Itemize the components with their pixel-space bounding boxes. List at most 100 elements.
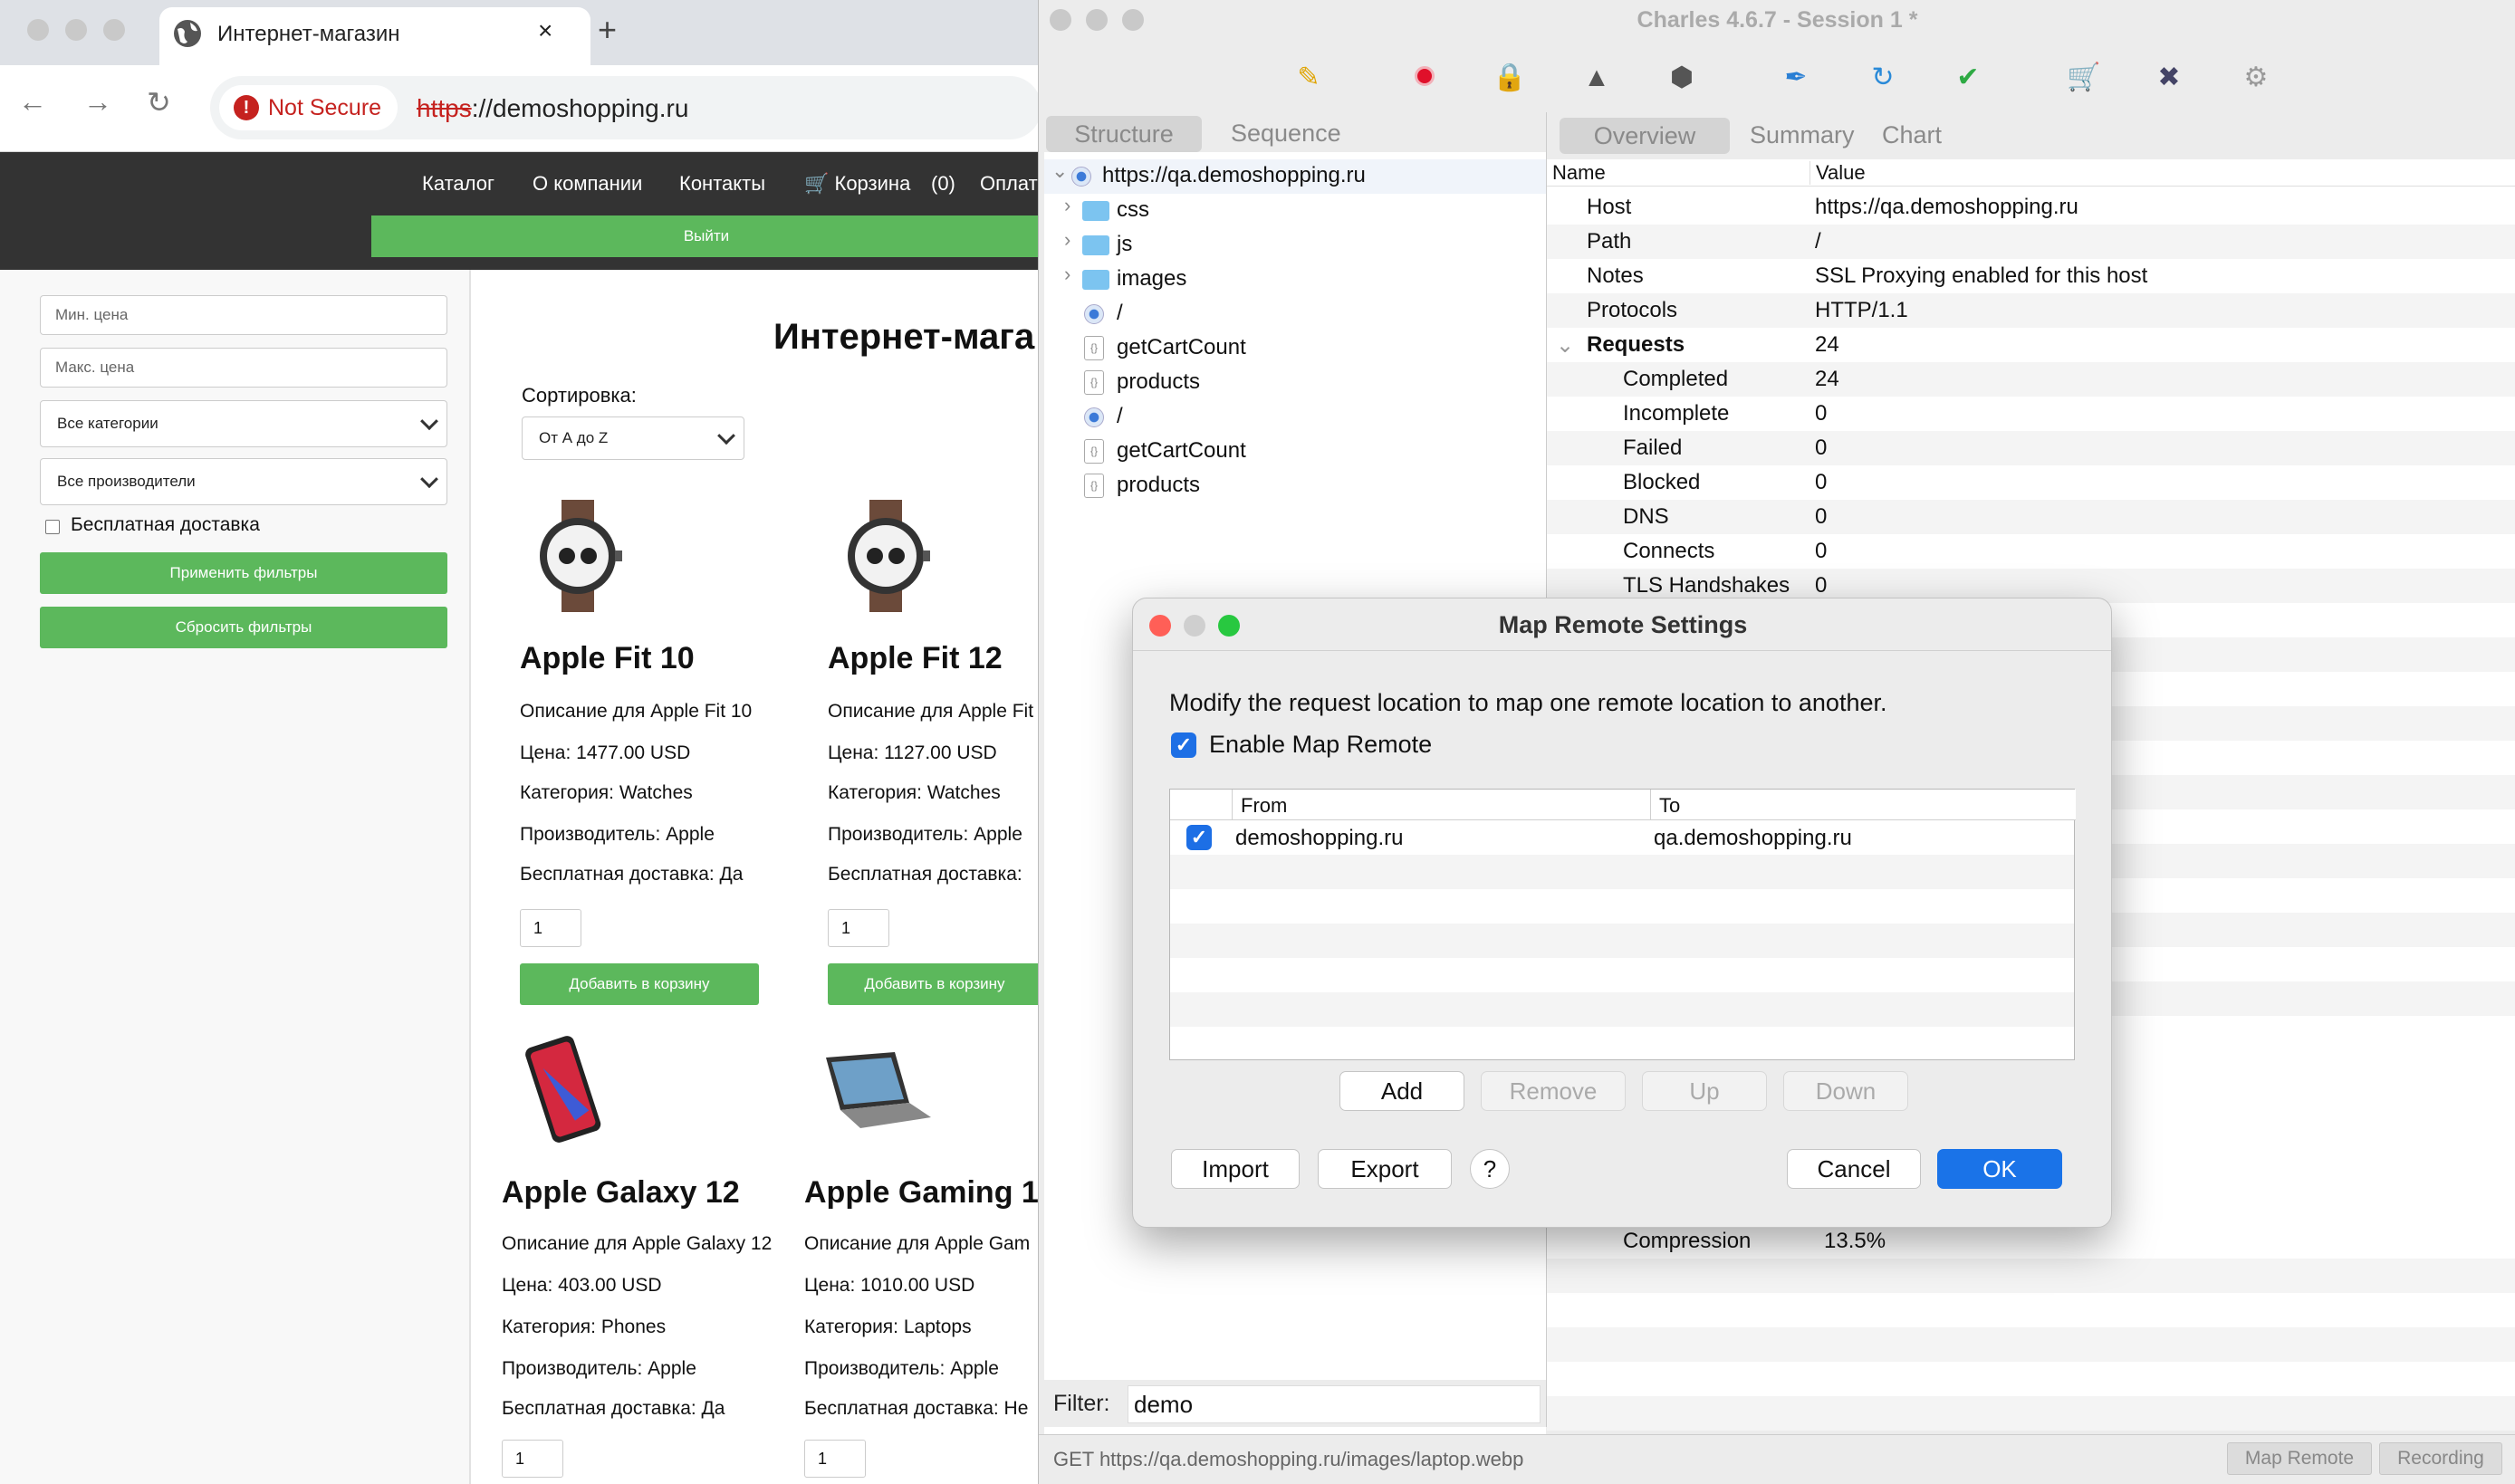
add-button[interactable]: Add bbox=[1339, 1071, 1464, 1111]
tree-host-row[interactable]: ⌄ https://qa.demoshopping.ru bbox=[1044, 159, 1546, 194]
overview-row-requests[interactable]: ⌄ Requests 24 bbox=[1547, 328, 2515, 362]
quantity-input[interactable]: 1 bbox=[828, 909, 889, 947]
page-title: Интернет-мага bbox=[773, 317, 1035, 357]
breakpoint-stop-icon[interactable]: ⬢ bbox=[1664, 60, 1700, 96]
reset-filters-button[interactable]: Сбросить фильтры bbox=[40, 607, 447, 648]
product-manufacturer: Производитель: Apple bbox=[828, 824, 1022, 845]
tree-request-row[interactable]: {} products bbox=[1044, 469, 1546, 503]
tab-overview[interactable]: Overview bbox=[1560, 118, 1730, 154]
remove-button[interactable]: Remove bbox=[1481, 1071, 1626, 1111]
tree-request-row[interactable]: {} products bbox=[1044, 366, 1546, 400]
repeat-icon[interactable]: ↻ bbox=[1865, 60, 1901, 96]
filter-input[interactable]: demo bbox=[1128, 1385, 1541, 1423]
column-to: To bbox=[1659, 794, 1681, 817]
minimize-window-button[interactable] bbox=[1184, 615, 1205, 637]
address-bar[interactable]: ! Not Secure https://demoshopping.ru bbox=[210, 76, 1042, 139]
quantity-input[interactable]: 1 bbox=[502, 1440, 563, 1478]
overview-row: Protocols HTTP/1.1 bbox=[1547, 293, 2515, 328]
product-delivery: Бесплатная доставка: Да bbox=[520, 864, 744, 885]
tools-icon[interactable]: ✖ bbox=[2151, 60, 2187, 96]
free-delivery-checkbox[interactable] bbox=[45, 520, 60, 534]
browser-toolbar: ← → ↻ ! Not Secure https://demoshopping.… bbox=[0, 65, 1042, 152]
sort-select[interactable]: От А до Z bbox=[522, 416, 744, 460]
product-name[interactable]: Apple Fit 10 bbox=[520, 641, 695, 676]
zoom-window-button[interactable] bbox=[1218, 615, 1240, 637]
category-select[interactable]: Все категории bbox=[40, 400, 447, 447]
product-name[interactable]: Apple Gaming 10 bbox=[804, 1175, 1056, 1211]
back-arrow-icon[interactable]: ← bbox=[18, 85, 47, 119]
ssl-lock-icon[interactable]: 🔒 bbox=[1492, 60, 1528, 96]
mapping-from: demoshopping.ru bbox=[1235, 826, 1404, 850]
map-remote-status-button[interactable]: Map Remote bbox=[2227, 1442, 2372, 1475]
overview-row: DNS 0 bbox=[1547, 500, 2515, 534]
apply-filters-button[interactable]: Применить фильтры bbox=[40, 552, 447, 594]
tab-chart[interactable]: Chart bbox=[1882, 121, 1942, 149]
dialog-title: Map Remote Settings bbox=[1133, 598, 2111, 651]
logout-button[interactable]: Выйти bbox=[371, 215, 1042, 257]
product-name[interactable]: Apple Fit 12 bbox=[828, 641, 1003, 676]
nav-about[interactable]: О компании bbox=[533, 172, 642, 196]
site-navbar: Каталог О компании Контакты 🛒 Корзина (0… bbox=[0, 152, 1042, 270]
overview-header: Name Value bbox=[1547, 159, 2515, 187]
compose-pen-icon[interactable]: ✒ bbox=[1778, 60, 1814, 96]
nav-payment[interactable]: Оплат bbox=[980, 172, 1038, 196]
validate-check-icon[interactable]: ✔ bbox=[1950, 60, 1986, 96]
quantity-input[interactable]: 1 bbox=[804, 1440, 866, 1478]
settings-gear-icon[interactable]: ⚙ bbox=[2238, 60, 2274, 96]
tab-structure[interactable]: Structure bbox=[1046, 116, 1202, 152]
zoom-window-button[interactable] bbox=[103, 19, 125, 41]
tree-folder-row[interactable]: › images bbox=[1044, 263, 1546, 297]
close-window-button[interactable] bbox=[1149, 615, 1171, 637]
product-category: Категория: Watches bbox=[520, 782, 693, 803]
record-icon[interactable] bbox=[1406, 60, 1443, 96]
security-chip[interactable]: ! Not Secure bbox=[219, 85, 398, 130]
recording-status-button[interactable]: Recording bbox=[2379, 1442, 2502, 1475]
ok-button[interactable]: OK bbox=[1937, 1149, 2062, 1189]
nav-catalog[interactable]: Каталог bbox=[422, 172, 494, 196]
down-button[interactable]: Down bbox=[1783, 1071, 1908, 1111]
minimize-window-button[interactable] bbox=[65, 19, 87, 41]
table-row[interactable]: ✓ demoshopping.ru qa.demoshopping.ru bbox=[1170, 820, 2074, 855]
tab-summary[interactable]: Summary bbox=[1750, 121, 1855, 149]
enable-map-remote-checkbox[interactable]: ✓ bbox=[1171, 732, 1196, 758]
reload-icon[interactable]: ↻ bbox=[147, 85, 171, 120]
min-price-input[interactable]: Мин. цена bbox=[40, 295, 447, 335]
json-doc-icon: {} bbox=[1084, 336, 1104, 360]
mapping-enabled-checkbox[interactable]: ✓ bbox=[1186, 825, 1212, 850]
tree-request-row[interactable]: {} getCartCount bbox=[1044, 331, 1546, 366]
close-icon[interactable]: × bbox=[538, 16, 552, 45]
import-button[interactable]: Import bbox=[1171, 1149, 1300, 1189]
quantity-input[interactable]: 1 bbox=[520, 909, 581, 947]
nav-cart[interactable]: 🛒 Корзина bbox=[804, 172, 910, 196]
export-button[interactable]: Export bbox=[1318, 1149, 1452, 1189]
help-button[interactable]: ? bbox=[1470, 1149, 1510, 1189]
product-description: Описание для Apple Fit 10 bbox=[520, 701, 753, 722]
cancel-button[interactable]: Cancel bbox=[1787, 1149, 1921, 1189]
manufacturer-select[interactable]: Все производители bbox=[40, 458, 447, 505]
tab-sequence[interactable]: Sequence bbox=[1231, 120, 1341, 148]
add-to-cart-button[interactable]: Добавить в корзину bbox=[520, 963, 759, 1005]
cart-count: (0) bbox=[931, 172, 955, 195]
close-window-button[interactable] bbox=[27, 19, 49, 41]
forward-arrow-icon[interactable]: → bbox=[83, 85, 112, 119]
add-to-cart-button[interactable]: Добавить в корзину bbox=[828, 963, 1042, 1005]
broom-icon[interactable]: ✎ bbox=[1291, 60, 1327, 96]
basket-icon[interactable]: 🛒 bbox=[2066, 60, 2102, 96]
browser-tab[interactable]: Интернет-магазин × bbox=[159, 7, 590, 65]
phone-image bbox=[525, 1036, 601, 1143]
new-tab-button[interactable]: + bbox=[598, 11, 617, 49]
product-name[interactable]: Apple Galaxy 12 bbox=[502, 1175, 740, 1211]
tree-request-row[interactable]: / bbox=[1044, 297, 1546, 331]
up-button[interactable]: Up bbox=[1642, 1071, 1767, 1111]
overview-row: Compression 13.5% bbox=[1623, 1229, 1886, 1253]
nav-contacts[interactable]: Контакты bbox=[679, 172, 765, 196]
tree-folder-row[interactable]: › css bbox=[1044, 194, 1546, 228]
throttle-turtle-icon[interactable]: ▲ bbox=[1579, 60, 1615, 96]
table-header: From To bbox=[1170, 790, 2076, 820]
chevron-down-icon: ⌄ bbox=[1556, 333, 1575, 358]
max-price-input[interactable]: Макс. цена bbox=[40, 348, 447, 388]
tree-folder-row[interactable]: › js bbox=[1044, 228, 1546, 263]
url-text[interactable]: https://demoshopping.ru bbox=[417, 94, 688, 123]
tree-request-row[interactable]: / bbox=[1044, 400, 1546, 435]
tree-request-row[interactable]: {} getCartCount bbox=[1044, 435, 1546, 469]
